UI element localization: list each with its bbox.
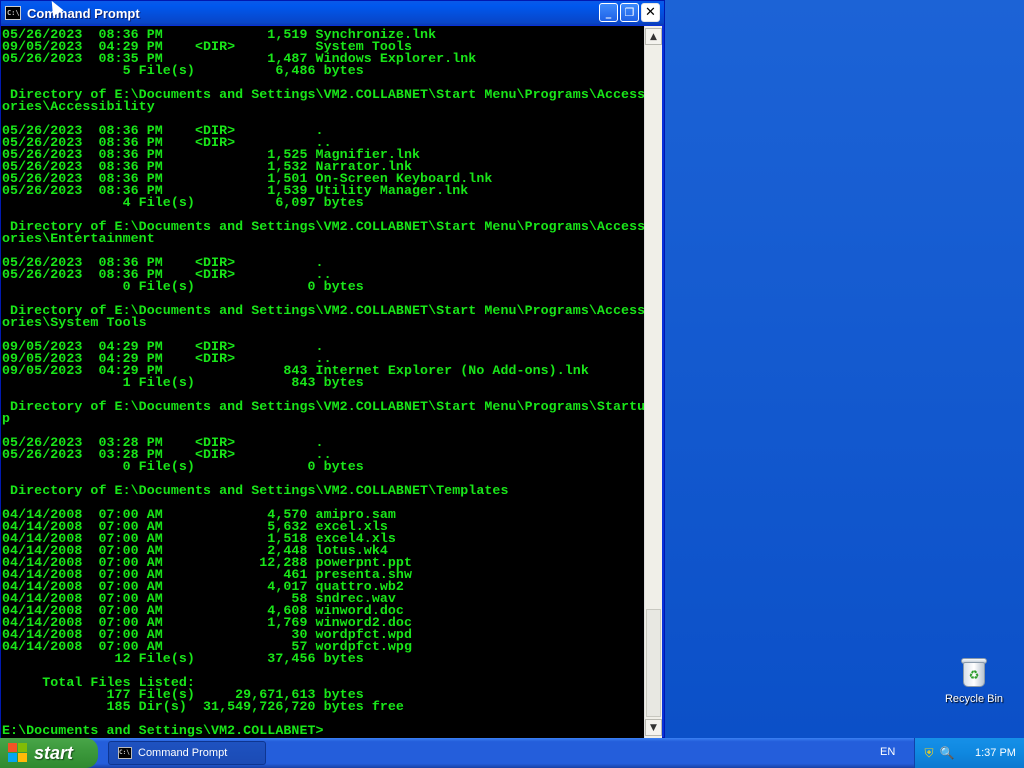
command-prompt-window[interactable]: C:\ Command Prompt _ ❐ ✕ 05/26/2023 08:3… xyxy=(0,0,665,738)
recycle-bin-label: Recycle Bin xyxy=(944,693,1004,705)
recycle-bin-icon: ♻ xyxy=(960,656,988,688)
console-line: Directory of E:\Documents and Settings\V… xyxy=(2,483,509,498)
start-button[interactable]: start xyxy=(0,738,98,768)
console-line: E:\Documents and Settings\VM2.COLLABNET> xyxy=(2,723,324,738)
scroll-thumb[interactable] xyxy=(646,609,661,717)
console-line: Directory of E:\Documents and Settings\V… xyxy=(2,399,644,414)
recycle-bin-shortcut[interactable]: ♻ Recycle Bin xyxy=(940,656,1008,705)
vertical-scrollbar[interactable]: ▲ ▼ xyxy=(644,26,662,738)
maximize-button[interactable]: ❐ xyxy=(620,3,639,22)
window-titlebar[interactable]: C:\ Command Prompt _ ❐ ✕ xyxy=(1,1,664,25)
console-line: ories\System Tools xyxy=(2,315,147,330)
security-shield-icon[interactable]: ⛨ xyxy=(921,745,937,761)
console-output-area[interactable]: 05/26/2023 08:36 PM 1,519 Synchronize.ln… xyxy=(1,26,644,738)
scroll-up-button[interactable]: ▲ xyxy=(645,28,662,45)
console-line: 185 Dir(s) 31,549,726,720 bytes free xyxy=(2,699,404,714)
console-line: 4 File(s) 6,097 bytes xyxy=(2,195,364,210)
taskbar-item-command-prompt[interactable]: C:\ Command Prompt xyxy=(108,741,266,765)
scroll-down-button[interactable]: ▼ xyxy=(645,719,662,736)
console-line: 0 File(s) 0 bytes xyxy=(2,279,364,294)
console-line: 12 File(s) 37,456 bytes xyxy=(2,651,364,666)
close-button[interactable]: ✕ xyxy=(641,3,660,22)
console-icon: C:\ xyxy=(118,747,132,759)
minimize-button[interactable]: _ xyxy=(599,3,618,22)
console-line: 1 File(s) 843 bytes xyxy=(2,375,364,390)
console-line: ories\Accessibility xyxy=(2,99,155,114)
console-line: p xyxy=(2,411,11,426)
console-line: 0 File(s) 0 bytes xyxy=(2,459,364,474)
taskbar: start C:\ Command Prompt EN ⛨ 🔍 1:37 PM xyxy=(0,738,1024,768)
console-icon: C:\ xyxy=(5,6,21,20)
window-controls: _ ❐ ✕ xyxy=(599,3,660,22)
taskbar-item-label: Command Prompt xyxy=(138,747,228,759)
window-title: Command Prompt xyxy=(27,5,140,21)
console-text: 05/26/2023 08:36 PM 1,519 Synchronize.ln… xyxy=(2,28,644,738)
start-label: start xyxy=(34,742,74,763)
windows-logo-icon xyxy=(8,743,28,763)
clock[interactable]: 1:37 PM xyxy=(975,747,1016,759)
console-line: 5 File(s) 6,486 bytes xyxy=(2,63,364,78)
search-icon[interactable]: 🔍 xyxy=(939,745,955,761)
recycle-symbol-icon: ♻ xyxy=(968,668,980,682)
system-tray: ⛨ 🔍 1:37 PM xyxy=(914,738,1024,768)
language-indicator[interactable]: EN xyxy=(880,746,895,758)
console-line: ories\Entertainment xyxy=(2,231,155,246)
